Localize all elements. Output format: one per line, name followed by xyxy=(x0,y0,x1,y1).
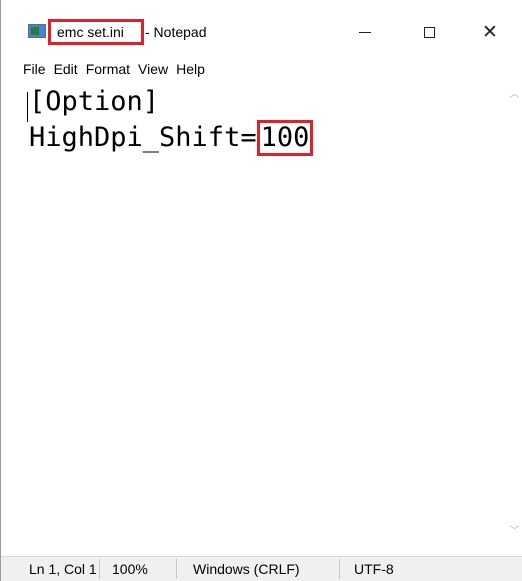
title-file-name: emc set.ini xyxy=(48,19,144,45)
status-divider xyxy=(99,559,100,579)
notepad-window: emc set.ini - Notepad ✕ File Edit Format… xyxy=(0,0,522,581)
status-bar: Ln 1, Col 1 100% Windows (CRLF) UTF-8 xyxy=(1,556,522,581)
menu-view[interactable]: View xyxy=(134,59,172,79)
vertical-scrollbar[interactable]: ︿ ﹀ xyxy=(506,84,522,542)
status-encoding: UTF-8 xyxy=(354,561,394,577)
menu-bar: File Edit Format View Help xyxy=(1,58,522,80)
title-app-name: - Notepad xyxy=(145,24,207,40)
close-icon: ✕ xyxy=(482,20,498,43)
minimize-button[interactable] xyxy=(342,14,388,50)
notepad-icon[interactable] xyxy=(28,24,46,38)
maximize-button[interactable] xyxy=(406,14,452,50)
status-cursor-position: Ln 1, Col 1 xyxy=(29,561,97,577)
editor-line-1[interactable]: [Option] xyxy=(19,84,505,120)
menu-help[interactable]: Help xyxy=(172,59,209,79)
menu-edit[interactable]: Edit xyxy=(50,59,82,79)
minimize-icon xyxy=(359,31,371,33)
menu-format[interactable]: Format xyxy=(82,59,134,79)
close-button[interactable]: ✕ xyxy=(467,14,513,50)
scroll-down-icon[interactable]: ﹀ xyxy=(506,523,522,540)
text-caret xyxy=(27,92,28,122)
menu-file[interactable]: File xyxy=(19,59,50,79)
editor-key-text[interactable]: HighDpi_Shift= xyxy=(29,120,257,156)
highlighted-value[interactable]: 100 xyxy=(256,120,314,156)
scroll-up-icon[interactable]: ︿ xyxy=(506,86,522,103)
status-divider xyxy=(339,559,340,579)
status-line-ending: Windows (CRLF) xyxy=(193,561,300,577)
editor-line-2[interactable]: HighDpi_Shift= 100 xyxy=(19,120,505,156)
title-bar[interactable]: emc set.ini - Notepad ✕ xyxy=(1,0,522,56)
maximize-icon xyxy=(423,26,435,38)
status-zoom: 100% xyxy=(112,561,148,577)
status-divider xyxy=(176,559,177,579)
text-editor[interactable]: [Option] HighDpi_Shift= 100 xyxy=(19,84,505,542)
